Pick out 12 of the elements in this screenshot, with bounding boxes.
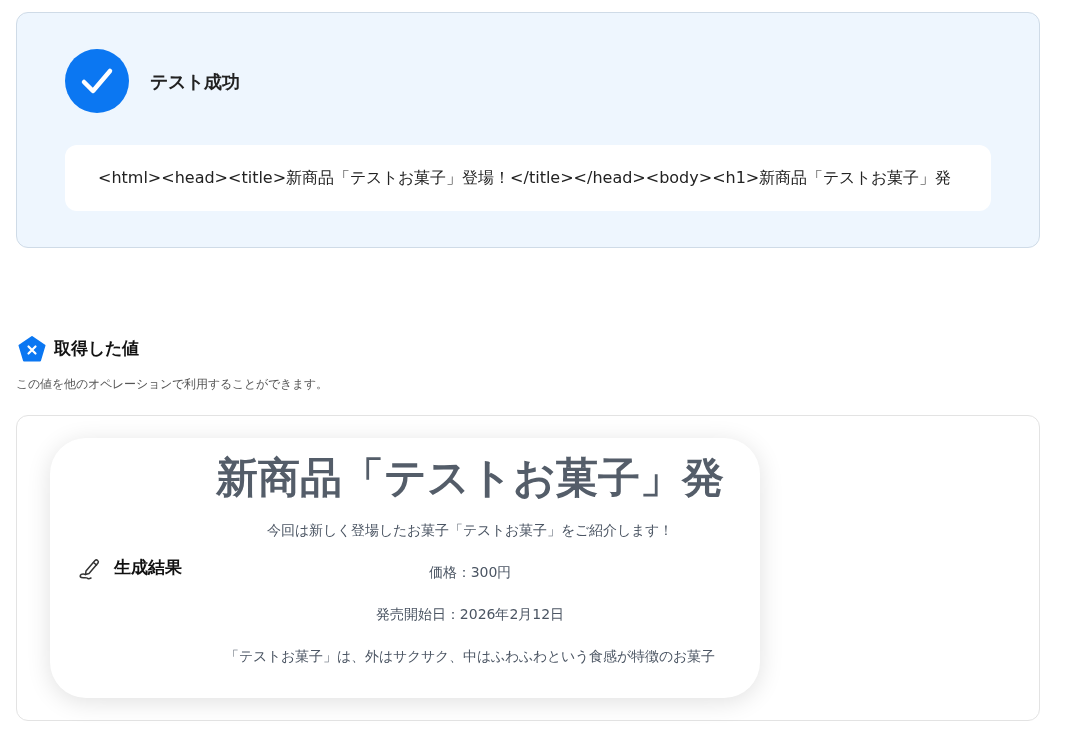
preview-paragraph: 発売開始日：2026年2月12日: [375, 605, 565, 624]
pencil-icon: [78, 556, 102, 580]
preview-paragraph: 今回は新しく登場したお菓子「テストお菓子」をご紹介します！: [267, 521, 673, 540]
result-title: テスト成功: [150, 69, 240, 94]
pentagon-x-icon: [18, 336, 46, 362]
section-title: 取得した値: [54, 337, 139, 361]
preview-paragraph: 「テストお菓子」は、外はサクサク、中はふわふわという食感が特徴のお菓子: [225, 647, 715, 666]
section-description: この値を他のオペレーションで利用することができます。: [16, 376, 328, 393]
output-preview: <html><head><title>新商品「テストお菓子」登場！</title></head><body><h1>新商品「テストお菓子」発: [65, 145, 991, 211]
result-label: 生成結果: [114, 556, 182, 580]
preview-heading: 新商品「テストお菓子」発: [216, 452, 724, 504]
preview-paragraph: 価格：300円: [428, 563, 512, 582]
